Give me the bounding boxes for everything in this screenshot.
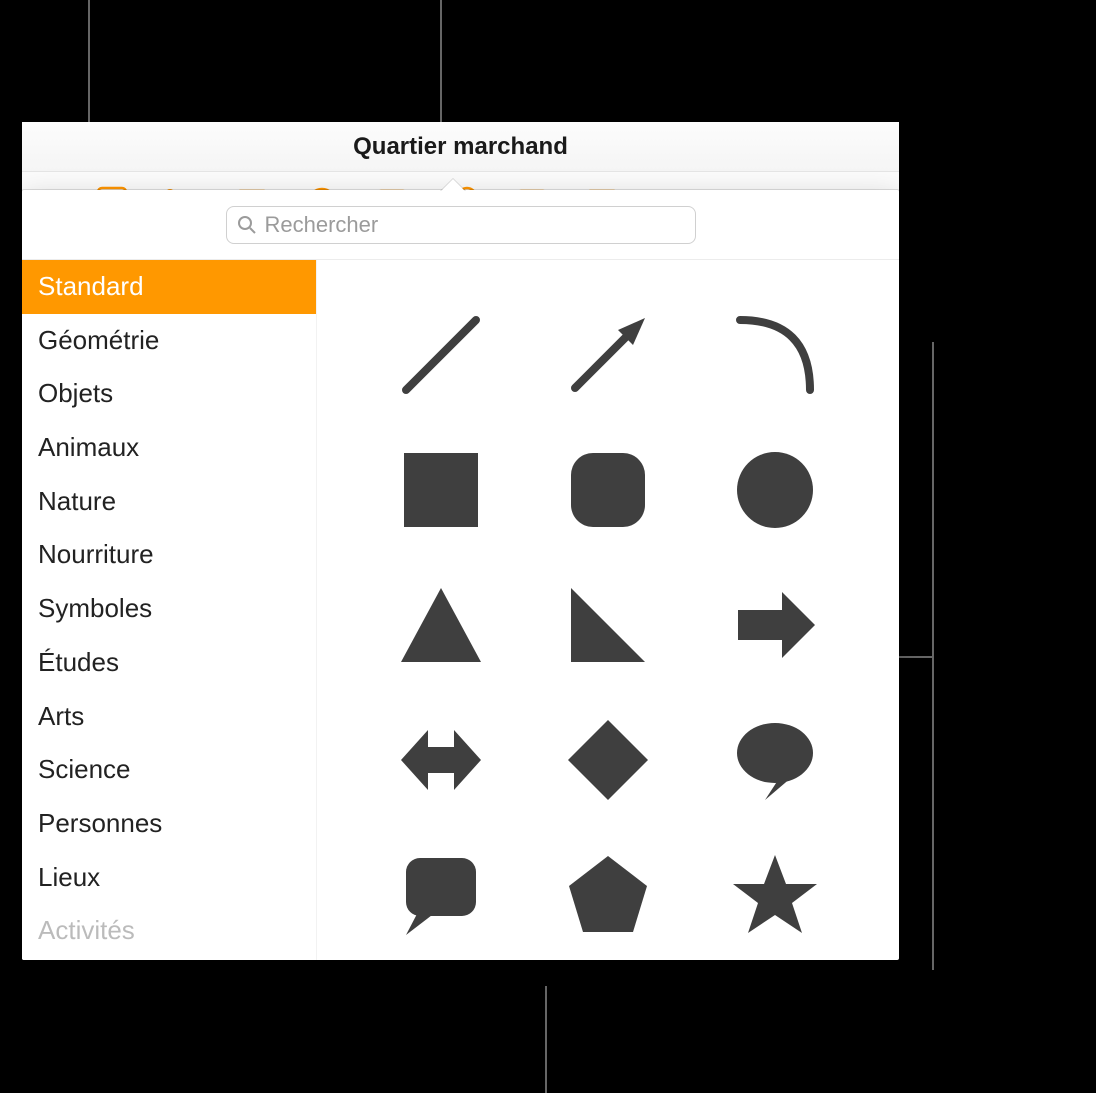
search-icon [237,215,257,235]
category-nourriture[interactable]: Nourriture [22,528,316,582]
shape-square[interactable] [386,435,496,545]
callout-line [88,0,90,125]
title-bar: Quartier marchand [22,122,899,172]
shape-line[interactable] [386,300,496,410]
popover-pointer [440,179,466,192]
category-personnes[interactable]: Personnes [22,797,316,851]
category-objets[interactable]: Objets [22,367,316,421]
callout-line [932,342,934,970]
document-title: Quartier marchand [353,133,568,161]
category-etudes[interactable]: Études [22,636,316,690]
category-activites[interactable]: Activités [22,904,316,958]
shapes-grid [317,260,899,960]
callout-line [545,986,547,1093]
category-lieux[interactable]: Lieux [22,851,316,905]
shape-rounded-square[interactable] [553,435,663,545]
shape-circle[interactable] [720,435,830,545]
shape-pentagon[interactable] [553,840,663,950]
shape-star[interactable] [720,840,830,950]
popover-body: Standard Géométrie Objets Animaux Nature… [22,260,899,960]
category-symboles[interactable]: Symboles [22,582,316,636]
shape-arc[interactable] [720,300,830,410]
category-arts[interactable]: Arts [22,690,316,744]
search-field[interactable] [226,206,696,244]
shape-double-arrow[interactable] [386,705,496,815]
category-nature[interactable]: Nature [22,475,316,529]
shape-arrow-line[interactable] [553,300,663,410]
category-science[interactable]: Science [22,743,316,797]
shape-speech-bubble-round[interactable] [720,705,830,815]
shape-triangle[interactable] [386,570,496,680]
callout-line [899,656,932,658]
shape-speech-bubble-square[interactable] [386,840,496,950]
search-input[interactable] [265,212,685,238]
search-row [22,190,899,260]
category-animaux[interactable]: Animaux [22,421,316,475]
app-window: Quartier marchand [22,122,899,232]
shape-right-triangle[interactable] [553,570,663,680]
shapes-popover: Standard Géométrie Objets Animaux Nature… [22,190,899,960]
shape-diamond[interactable] [553,705,663,815]
category-sidebar[interactable]: Standard Géométrie Objets Animaux Nature… [22,260,317,960]
shape-arrow-right[interactable] [720,570,830,680]
category-geometrie[interactable]: Géométrie [22,314,316,368]
category-standard[interactable]: Standard [22,260,316,314]
